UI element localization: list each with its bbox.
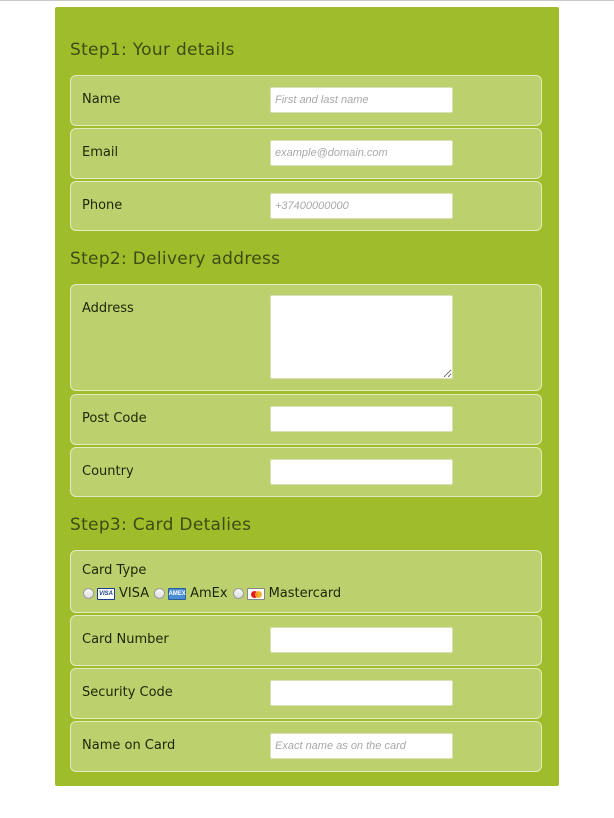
top-divider <box>0 0 614 1</box>
name-on-card-input[interactable] <box>270 733 453 759</box>
card-type-row: Card Type VISA VISA AMEX AmEx Mastercard <box>70 550 542 613</box>
step1-title: Step1: Your details <box>70 40 235 60</box>
mastercard-icon <box>246 587 265 600</box>
checkout-form: Step1: Your details Name Email Phone Ste… <box>55 7 559 786</box>
amex-radio[interactable] <box>154 588 166 599</box>
name-input[interactable] <box>270 87 453 113</box>
card-type-label: Card Type <box>82 563 147 578</box>
amex-card-icon: AMEX <box>168 587 187 600</box>
address-row: Address <box>70 284 542 391</box>
name-on-card-label: Name on Card <box>82 738 176 753</box>
name-row: Name <box>70 75 542 126</box>
step3-title: Step3: Card Detalies <box>70 515 252 535</box>
security-code-input[interactable] <box>270 680 453 706</box>
email-label: Email <box>82 145 119 160</box>
name-label: Name <box>82 92 121 107</box>
card-number-row: Card Number <box>70 615 542 666</box>
amex-option-label[interactable]: AmEx <box>190 586 227 601</box>
country-input[interactable] <box>270 459 453 485</box>
email-input[interactable] <box>270 140 453 166</box>
name-on-card-row: Name on Card <box>70 721 542 772</box>
security-code-row: Security Code <box>70 668 542 719</box>
phone-input[interactable] <box>270 193 453 219</box>
post-code-input[interactable] <box>270 406 453 432</box>
country-row: Country <box>70 447 542 497</box>
mastercard-radio[interactable] <box>232 588 244 599</box>
phone-row: Phone <box>70 181 542 231</box>
mastercard-option-label[interactable]: Mastercard <box>269 586 342 601</box>
address-label: Address <box>82 301 134 316</box>
visa-radio[interactable] <box>83 588 94 599</box>
card-number-input[interactable] <box>270 627 453 653</box>
card-type-options: VISA VISA AMEX AmEx Mastercard <box>83 586 346 601</box>
address-textarea[interactable] <box>270 295 453 379</box>
country-label: Country <box>82 464 134 479</box>
security-code-label: Security Code <box>82 685 173 700</box>
card-number-label: Card Number <box>82 632 169 647</box>
visa-option-label[interactable]: VISA <box>119 586 149 601</box>
email-row: Email <box>70 128 542 179</box>
post-code-row: Post Code <box>70 394 542 445</box>
visa-card-icon: VISA <box>97 587 115 600</box>
step2-title: Step2: Delivery address <box>70 249 281 269</box>
phone-label: Phone <box>82 198 123 213</box>
post-code-label: Post Code <box>82 411 147 426</box>
